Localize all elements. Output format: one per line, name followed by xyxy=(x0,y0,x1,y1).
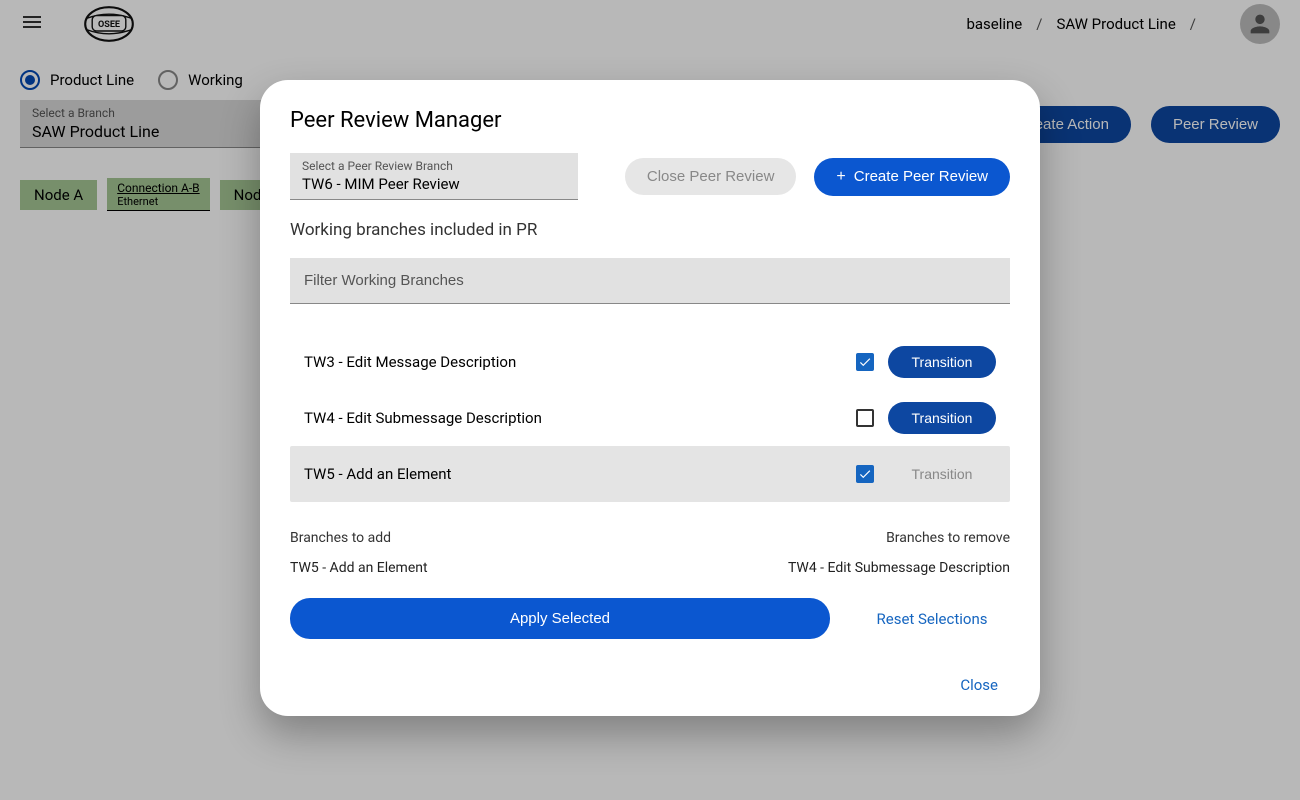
branches-section-label: Working branches included in PR xyxy=(290,220,1010,240)
reset-selections-link[interactable]: Reset Selections xyxy=(854,610,1010,628)
pr-branch-value: TW6 - MIM Peer Review xyxy=(302,173,566,195)
plus-icon: + xyxy=(836,168,845,185)
close-pr-button[interactable]: Close Peer Review xyxy=(625,158,797,195)
branch-checkbox[interactable] xyxy=(856,465,874,483)
branch-name: TW5 - Add an Element xyxy=(304,465,842,483)
summary-remove-label: Branches to remove xyxy=(886,530,1010,546)
pr-branch-selector[interactable]: Select a Peer Review Branch TW6 - MIM Pe… xyxy=(290,153,578,200)
close-dialog-link[interactable]: Close xyxy=(960,676,998,694)
branch-name: TW3 - Edit Message Description xyxy=(304,353,842,371)
check-icon xyxy=(858,467,872,481)
filter-branches-input[interactable] xyxy=(290,258,1010,304)
summary-add-label: Branches to add xyxy=(290,530,391,546)
branch-checkbox[interactable] xyxy=(856,409,874,427)
apply-selected-button[interactable]: Apply Selected xyxy=(290,598,830,639)
summary-add-value: TW5 - Add an Element xyxy=(290,560,428,576)
create-pr-label: Create Peer Review xyxy=(854,168,988,185)
branch-checkbox[interactable] xyxy=(856,353,874,371)
branch-row: TW5 - Add an Element Transition xyxy=(290,446,1010,502)
branch-row: TW4 - Edit Submessage Description Transit… xyxy=(290,390,1010,446)
transition-button[interactable]: Transition xyxy=(888,402,996,434)
peer-review-dialog: Peer Review Manager Select a Peer Review… xyxy=(260,80,1040,716)
branch-name: TW4 - Edit Submessage Description xyxy=(304,409,842,427)
create-pr-button[interactable]: + Create Peer Review xyxy=(814,158,1010,196)
pr-branch-label: Select a Peer Review Branch xyxy=(302,159,566,173)
summary-remove-value: TW4 - Edit Submessage Description xyxy=(788,560,1010,576)
dialog-title: Peer Review Manager xyxy=(290,108,1010,133)
branch-list: TW3 - Edit Message Description Transition… xyxy=(290,334,1010,502)
check-icon xyxy=(858,355,872,369)
transition-button: Transition xyxy=(888,458,996,490)
branch-row: TW3 - Edit Message Description Transition xyxy=(290,334,1010,390)
transition-button[interactable]: Transition xyxy=(888,346,996,378)
